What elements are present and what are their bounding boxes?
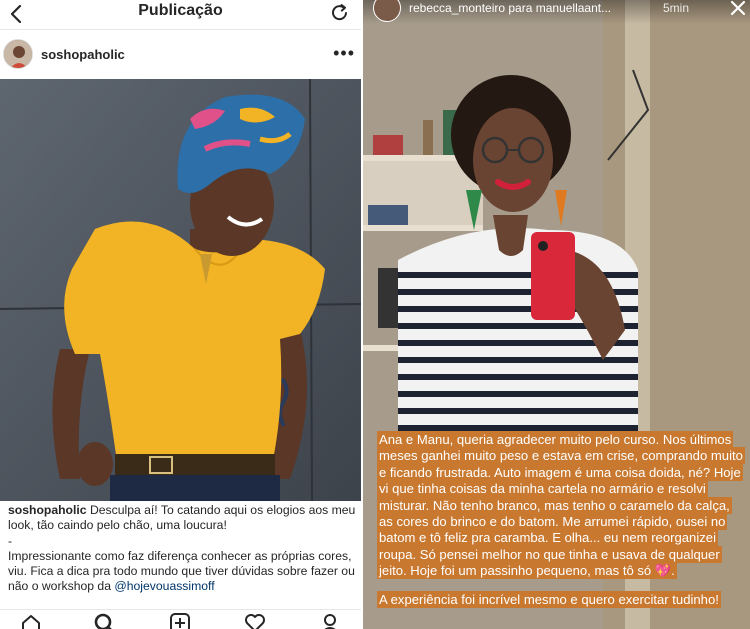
add-icon[interactable]: [169, 612, 191, 629]
heart-icon[interactable]: [244, 612, 266, 629]
story-header: rebecca_monteiro para manuellaant... 5mi…: [363, 0, 750, 24]
post-header: soshopaholic •••: [0, 31, 361, 79]
post-username[interactable]: soshopaholic: [41, 47, 125, 62]
home-icon[interactable]: [20, 612, 42, 629]
post-topbar: Publicação: [0, 0, 361, 30]
bottom-navigation: [0, 609, 361, 629]
close-icon[interactable]: [730, 0, 746, 16]
story-paragraph-2: A experiência foi incrível mesmo e quero…: [377, 590, 721, 608]
more-options-icon[interactable]: •••: [333, 43, 355, 64]
caption-separator: -: [8, 533, 13, 548]
caption-mention-link[interactable]: @hojevouassimoff: [114, 579, 214, 593]
caption-username[interactable]: soshopaholic: [8, 503, 87, 517]
story-text-overlay: Ana e Manu, queria agradecer muito pelo …: [377, 431, 747, 608]
instagram-post-panel: Publicação soshopaholic ••• soshopaholic…: [0, 0, 361, 629]
story-paragraph-1: Ana e Manu, queria agradecer muito pelo …: [377, 431, 745, 580]
story-username[interactable]: rebecca_monteiro para manuellaant...: [409, 1, 611, 15]
story-timestamp: 5min: [663, 1, 690, 15]
post-caption: soshopaholic Desculpa aí! To catando aqu…: [8, 503, 358, 595]
avatar[interactable]: [3, 39, 33, 69]
story-avatar[interactable]: [373, 0, 401, 22]
story-panel: rebecca_monteiro para manuellaant... 5mi…: [363, 0, 750, 629]
post-photo[interactable]: [0, 79, 361, 501]
page-title: Publicação: [138, 2, 223, 19]
search-icon[interactable]: [93, 612, 115, 629]
profile-icon[interactable]: [319, 612, 341, 629]
refresh-icon[interactable]: [329, 2, 351, 24]
